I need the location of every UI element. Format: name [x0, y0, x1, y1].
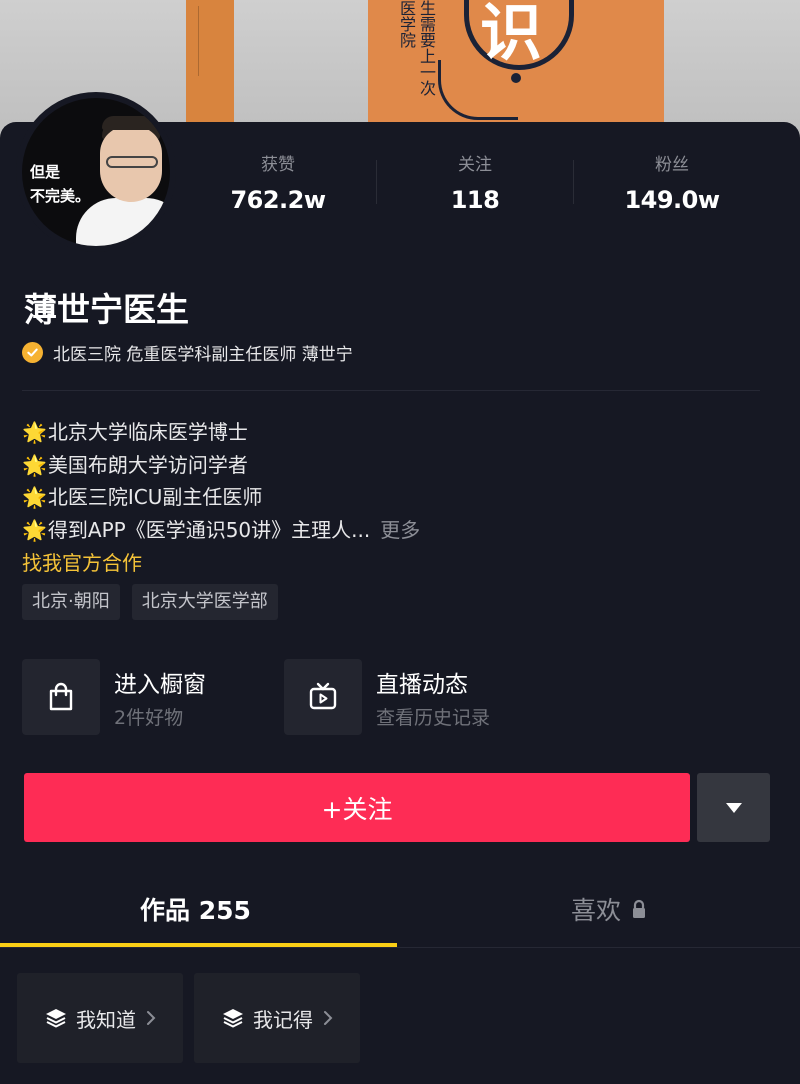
- tab-works[interactable]: 作品 255: [140, 891, 251, 927]
- entry-subtitle: 查看历史记录: [376, 706, 491, 729]
- stat-label: 关注: [458, 155, 492, 175]
- stat-likes[interactable]: 获赞 762.2w: [188, 150, 368, 214]
- avatar[interactable]: 但是 不完美。: [16, 92, 176, 252]
- collection-label: 我知道: [76, 1007, 136, 1032]
- stat-value: 149.0w: [624, 186, 720, 214]
- entry-title: 直播动态: [376, 671, 468, 698]
- tag-list: 北京·朝阳 北京大学医学部: [22, 584, 278, 620]
- bio-line: 🌟美国布朗大学访问学者: [22, 452, 248, 477]
- bio-line: 🌟北京大学临床医学博士: [22, 420, 248, 444]
- chevron-right-icon: [324, 1011, 333, 1025]
- caret-down-icon: [725, 802, 742, 813]
- star-icon: 🌟: [22, 420, 47, 444]
- profile-name: 薄世宁医生: [24, 290, 189, 329]
- tab-divider: [0, 947, 800, 948]
- star-icon: 🌟: [22, 452, 47, 477]
- follow-button[interactable]: +关注: [24, 773, 690, 842]
- stat-value: 762.2w: [230, 186, 326, 214]
- verified-check-icon: [22, 341, 43, 363]
- collection-label: 我记得: [253, 1007, 313, 1032]
- divider: [22, 390, 760, 391]
- entry-subtitle: 2件好物: [114, 706, 184, 729]
- star-icon: 🌟: [22, 485, 47, 509]
- more-options-button[interactable]: [697, 773, 770, 842]
- tv-play-icon: [284, 659, 362, 735]
- collection-card[interactable]: 我记得: [194, 973, 360, 1063]
- tab-likes[interactable]: 喜欢: [571, 891, 647, 927]
- stat-followers[interactable]: 粉丝 149.0w: [582, 150, 762, 214]
- stat-divider: [573, 160, 574, 204]
- tab-likes-label: 喜欢: [571, 896, 622, 925]
- shop-bag-icon: [22, 659, 100, 735]
- chevron-right-icon: [147, 1011, 156, 1025]
- avatar-text: 但是 不完美。: [30, 163, 91, 205]
- star-icon: 🌟: [22, 517, 47, 542]
- layers-icon: [46, 1009, 66, 1028]
- location-tag[interactable]: 北京·朝阳: [22, 584, 120, 620]
- stat-label: 获赞: [261, 155, 295, 175]
- layers-icon: [223, 1009, 243, 1028]
- book-text: 生需要上一次医学院: [397, 0, 436, 96]
- bio-line: 🌟北医三院ICU副主任医师: [22, 485, 263, 509]
- stat-label: 粉丝: [655, 155, 689, 175]
- bio: 🌟北京大学临床医学博士 🌟美国布朗大学访问学者 🌟北医三院ICU副主任医师 🌟得…: [22, 416, 420, 546]
- verification-text: 北医三院 危重医学科副主任医师 薄世宁: [53, 344, 353, 365]
- verification-row: 北医三院 危重医学科副主任医师 薄世宁: [22, 340, 353, 365]
- stat-following[interactable]: 关注 118: [385, 150, 565, 214]
- live-history-entry[interactable]: 直播动态 查看历史记录: [284, 659, 490, 735]
- collection-card[interactable]: 我知道: [17, 973, 183, 1063]
- school-tag[interactable]: 北京大学医学部: [131, 584, 278, 620]
- bio-more-link[interactable]: 更多: [380, 518, 420, 542]
- stat-value: 118: [450, 186, 500, 214]
- shop-window-entry[interactable]: 进入橱窗 2件好物: [22, 659, 206, 735]
- lock-icon: [633, 899, 646, 918]
- cooperation-link[interactable]: 找我官方合作: [22, 547, 142, 576]
- entry-title: 进入橱窗: [114, 671, 206, 698]
- stat-divider: [376, 160, 377, 204]
- bio-line: 🌟得到APP《医学通识50讲》主理人... 更多: [22, 517, 421, 542]
